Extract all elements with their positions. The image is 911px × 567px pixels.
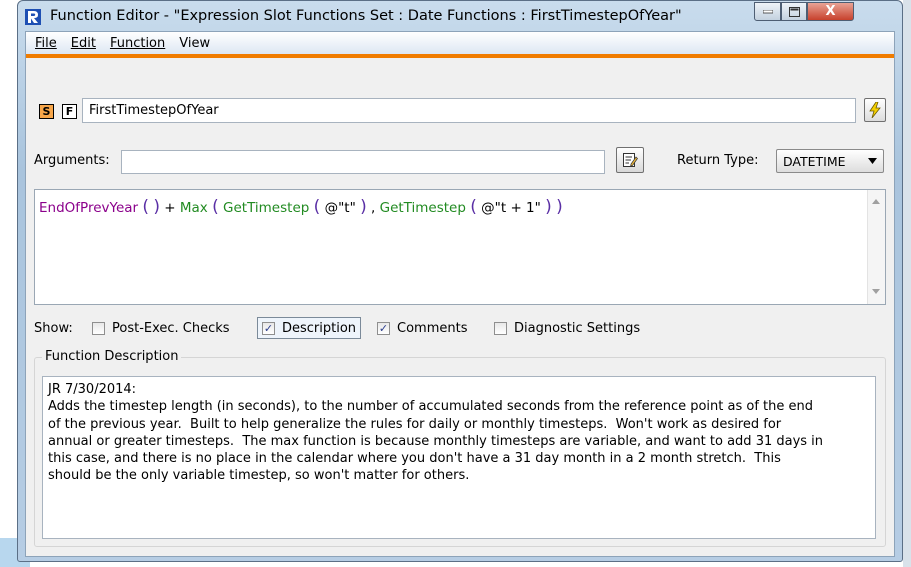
function-description-group: Function Description JR 7/30/2014: Adds …: [34, 349, 886, 547]
checkmark-icon[interactable]: ✓: [262, 321, 275, 335]
edit-args-icon: [623, 153, 638, 167]
desktop-edge: [903, 0, 911, 567]
expression-text: EndOfPrevYear ( ) + Max ( GetTimestep ( …: [39, 197, 563, 217]
checkbox-label: Description: [282, 320, 357, 336]
function-badge-icon[interactable]: F: [62, 104, 77, 119]
chevron-down-icon: [868, 158, 877, 164]
checkbox-description[interactable]: ✓ Description: [257, 317, 362, 339]
title-bar[interactable]: Function Editor - "Expression Slot Funct…: [18, 1, 902, 31]
expr-token: Max: [179, 200, 208, 216]
arguments-label: Arguments:: [34, 153, 110, 168]
expr-token: +: [164, 200, 176, 216]
editor-client-area: File Edit Function View S F FirstTimeste…: [25, 31, 895, 557]
return-type-select[interactable]: DATETIME: [776, 149, 884, 173]
expr-token: EndOfPrevYear: [39, 200, 139, 216]
minimize-icon: [762, 9, 773, 13]
checkmark-icon[interactable]: ✓: [377, 321, 390, 335]
expr-token: GetTimestep: [223, 200, 310, 216]
expr-token: GetTimestep: [379, 200, 466, 216]
menu-function[interactable]: Function: [107, 36, 168, 51]
scroll-up-arrow-icon[interactable]: [872, 199, 880, 204]
return-type-label: Return Type:: [677, 153, 759, 168]
expr-token: @"t + 1": [481, 200, 541, 216]
description-textarea[interactable]: JR 7/30/2014: Adds the timestep length (…: [42, 376, 876, 539]
edit-arguments-button[interactable]: [616, 147, 644, 173]
expr-token: ,: [371, 200, 376, 216]
function-name-field[interactable]: FirstTimestepOfYear: [82, 98, 856, 123]
checkbox-post-exec-checks[interactable]: Post-Exec. Checks: [92, 317, 230, 339]
show-options-row: Show: Post-Exec. Checks ✓ Description ✓ …: [26, 315, 894, 341]
maximize-icon: [788, 6, 800, 17]
checkbox-icon[interactable]: [494, 321, 507, 335]
evaluate-button[interactable]: [864, 98, 886, 122]
expression-scrollbar[interactable]: [867, 190, 885, 304]
maximize-button[interactable]: [781, 2, 807, 21]
menu-file[interactable]: File: [32, 36, 60, 51]
expression-editor[interactable]: EndOfPrevYear ( ) + Max ( GetTimestep ( …: [34, 189, 886, 305]
function-editor-window: Function Editor - "Expression Slot Funct…: [17, 0, 903, 562]
close-button[interactable]: X: [807, 2, 854, 21]
minimize-button[interactable]: [754, 2, 781, 21]
close-icon: X: [825, 4, 836, 19]
checkbox-label: Comments: [397, 320, 468, 336]
menu-view[interactable]: View: [176, 36, 213, 51]
checkbox-icon[interactable]: [92, 321, 105, 335]
checkbox-comments[interactable]: ✓ Comments: [377, 317, 467, 339]
return-type-value: DATETIME: [783, 153, 846, 169]
lightning-icon: [869, 102, 881, 118]
arguments-input[interactable]: [121, 150, 605, 174]
show-label: Show:: [34, 321, 73, 336]
slot-badge-icon[interactable]: S: [39, 104, 54, 119]
scroll-down-arrow-icon[interactable]: [872, 289, 880, 294]
riverware-logo-icon: [25, 9, 41, 25]
checkbox-diagnostic-settings[interactable]: Diagnostic Settings: [494, 317, 640, 339]
menu-bar: File Edit Function View: [26, 32, 894, 58]
checkbox-label: Diagnostic Settings: [514, 320, 641, 336]
checkbox-label: Post-Exec. Checks: [112, 320, 230, 336]
menu-edit[interactable]: Edit: [68, 36, 99, 51]
expr-token: @"t": [324, 200, 356, 216]
group-title: Function Description: [42, 349, 182, 364]
window-title: Function Editor - "Expression Slot Funct…: [50, 8, 682, 24]
